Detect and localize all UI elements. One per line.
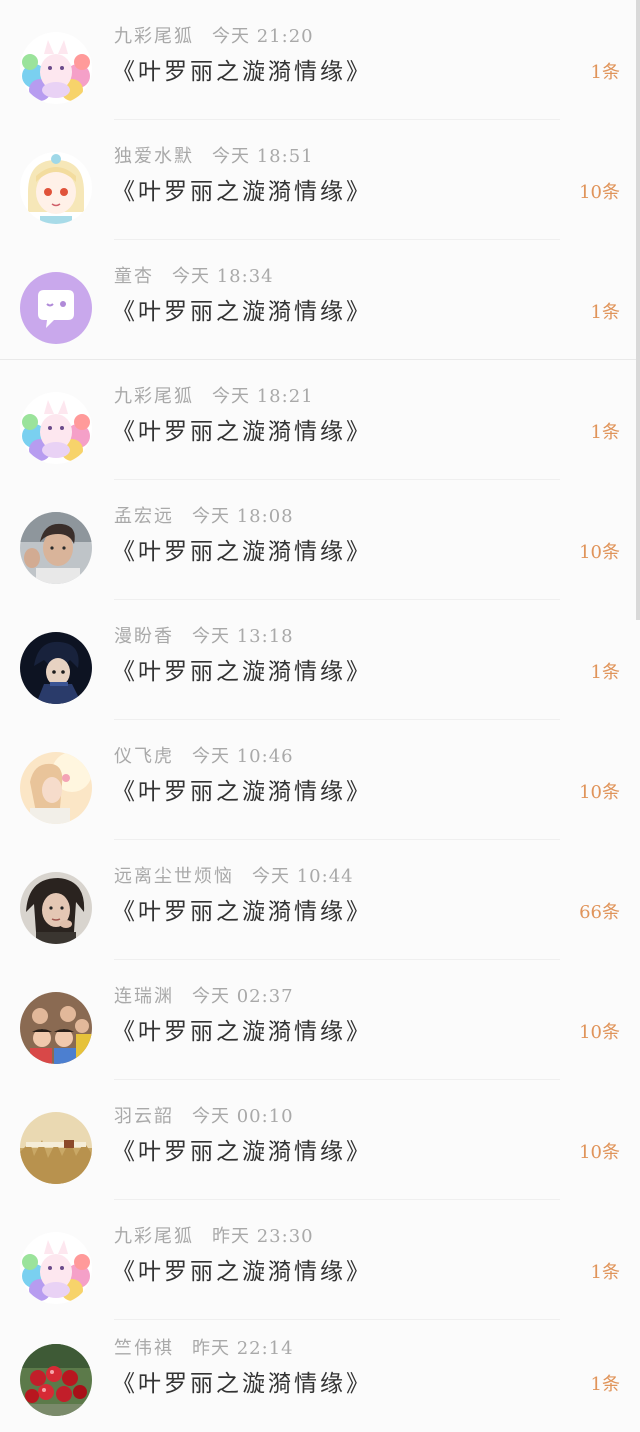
item-meta: 羽云韶 今天 00:10	[114, 1102, 294, 1128]
count-badge: 1条	[590, 662, 620, 683]
work-title[interactable]: 《叶罗丽之漩漪情缘》	[112, 532, 372, 566]
person-photo-avatar-icon[interactable]	[20, 512, 92, 584]
username[interactable]: 羽云韶	[114, 1106, 174, 1127]
work-title[interactable]: 《叶罗丽之漩漪情缘》	[112, 1132, 372, 1166]
work-title[interactable]: 《叶罗丽之漩漪情缘》	[112, 52, 372, 86]
username[interactable]: 竺伟祺	[114, 1338, 174, 1359]
count-badge: 1条	[590, 1262, 620, 1283]
work-title[interactable]: 《叶罗丽之漩漪情缘》	[112, 892, 372, 926]
timestamp: 今天 18:08	[192, 506, 294, 527]
work-title[interactable]: 《叶罗丽之漩漪情缘》	[112, 1252, 372, 1286]
count-badge: 1条	[590, 422, 620, 443]
count-badge: 10条	[579, 182, 620, 203]
username[interactable]: 九彩尾狐	[114, 386, 194, 407]
golden-field-avatar-icon[interactable]	[20, 1112, 92, 1184]
timestamp: 昨天 23:30	[212, 1226, 314, 1247]
work-title[interactable]: 《叶罗丽之漩漪情缘》	[112, 292, 372, 326]
list-item[interactable]: 连瑞渊 今天 02:37 《叶罗丽之漩漪情缘》 10条	[0, 960, 640, 1080]
list-item[interactable]: 童杏 今天 18:34 《叶罗丽之漩漪情缘》 1条	[0, 240, 640, 360]
count-badge: 66条	[579, 902, 620, 923]
ninja-avatar-icon[interactable]	[20, 632, 92, 704]
list-item[interactable]: 独爱水默 今天 18:51 《叶罗丽之漩漪情缘》 10条	[0, 120, 640, 240]
portrait-avatar-icon[interactable]	[20, 872, 92, 944]
item-meta: 远离尘世烦恼 今天 10:44	[114, 862, 354, 888]
item-meta: 竺伟祺 昨天 22:14	[114, 1334, 294, 1360]
chat-bubble-avatar-icon[interactable]	[20, 272, 92, 344]
list-item[interactable]: 仪飞虎 今天 10:46 《叶罗丽之漩漪情缘》 10条	[0, 720, 640, 840]
scrollbar[interactable]	[636, 0, 640, 620]
list-item[interactable]: 孟宏远 今天 18:08 《叶罗丽之漩漪情缘》 10条	[0, 480, 640, 600]
fox-avatar-icon[interactable]	[20, 1232, 92, 1304]
timestamp: 今天 10:46	[192, 746, 294, 767]
anime-girl-avatar-icon[interactable]	[20, 152, 92, 224]
username[interactable]: 漫盼香	[114, 626, 174, 647]
timestamp: 今天 18:51	[212, 146, 314, 167]
work-title[interactable]: 《叶罗丽之漩漪情缘》	[112, 172, 372, 206]
username[interactable]: 童杏	[114, 266, 154, 287]
count-badge: 1条	[590, 302, 620, 323]
item-meta: 漫盼香 今天 13:18	[114, 622, 294, 648]
count-badge: 1条	[590, 1374, 620, 1395]
item-meta: 孟宏远 今天 18:08	[114, 502, 294, 528]
cherries-avatar-icon[interactable]	[20, 1344, 92, 1416]
list-item[interactable]: 九彩尾狐 昨天 23:30 《叶罗丽之漩漪情缘》 1条	[0, 1200, 640, 1320]
count-badge: 1条	[590, 62, 620, 83]
timestamp: 昨天 22:14	[192, 1338, 294, 1359]
item-meta: 九彩尾狐 今天 18:21	[114, 382, 314, 408]
kids-group-avatar-icon[interactable]	[20, 992, 92, 1064]
work-title[interactable]: 《叶罗丽之漩漪情缘》	[112, 1012, 372, 1046]
list-item[interactable]: 九彩尾狐 今天 18:21 《叶罗丽之漩漪情缘》 1条	[0, 360, 640, 480]
username[interactable]: 独爱水默	[114, 146, 194, 167]
work-title[interactable]: 《叶罗丽之漩漪情缘》	[112, 652, 372, 686]
timestamp: 今天 21:20	[212, 26, 314, 47]
count-badge: 10条	[579, 782, 620, 803]
username[interactable]: 九彩尾狐	[114, 26, 194, 47]
item-meta: 独爱水默 今天 18:51	[114, 142, 314, 168]
fox-avatar-icon[interactable]	[20, 32, 92, 104]
item-meta: 童杏 今天 18:34	[114, 262, 274, 288]
list-item[interactable]: 远离尘世烦恼 今天 10:44 《叶罗丽之漩漪情缘》 66条	[0, 840, 640, 960]
sunlight-girl-avatar-icon[interactable]	[20, 752, 92, 824]
count-badge: 10条	[579, 1022, 620, 1043]
username[interactable]: 孟宏远	[114, 506, 174, 527]
item-meta: 九彩尾狐 昨天 23:30	[114, 1222, 314, 1248]
username[interactable]: 九彩尾狐	[114, 1226, 194, 1247]
timestamp: 今天 02:37	[192, 986, 294, 1007]
timestamp: 今天 13:18	[192, 626, 294, 647]
username[interactable]: 仪飞虎	[114, 746, 174, 767]
item-meta: 仪飞虎 今天 10:46	[114, 742, 294, 768]
timestamp: 今天 18:34	[172, 266, 274, 287]
username[interactable]: 远离尘世烦恼	[114, 866, 234, 887]
username[interactable]: 连瑞渊	[114, 986, 174, 1007]
work-title[interactable]: 《叶罗丽之漩漪情缘》	[112, 772, 372, 806]
reward-message-list: 九彩尾狐 今天 21:20 《叶罗丽之漩漪情缘》 1条 独爱水默 今天 18:51 …	[0, 0, 640, 1416]
list-item[interactable]: 竺伟祺 昨天 22:14 《叶罗丽之漩漪情缘》 1条	[0, 1312, 640, 1432]
list-item[interactable]: 羽云韶 今天 00:10 《叶罗丽之漩漪情缘》 10条	[0, 1080, 640, 1200]
item-meta: 九彩尾狐 今天 21:20	[114, 22, 314, 48]
list-item[interactable]: 九彩尾狐 今天 21:20 《叶罗丽之漩漪情缘》 1条	[0, 0, 640, 120]
work-title[interactable]: 《叶罗丽之漩漪情缘》	[112, 1364, 372, 1398]
work-title[interactable]: 《叶罗丽之漩漪情缘》	[112, 412, 372, 446]
list-item[interactable]: 漫盼香 今天 13:18 《叶罗丽之漩漪情缘》 1条	[0, 600, 640, 720]
item-meta: 连瑞渊 今天 02:37	[114, 982, 294, 1008]
count-badge: 10条	[579, 1142, 620, 1163]
fox-avatar-icon[interactable]	[20, 392, 92, 464]
timestamp: 今天 00:10	[192, 1106, 294, 1127]
timestamp: 今天 10:44	[252, 866, 354, 887]
timestamp: 今天 18:21	[212, 386, 314, 407]
count-badge: 10条	[579, 542, 620, 563]
